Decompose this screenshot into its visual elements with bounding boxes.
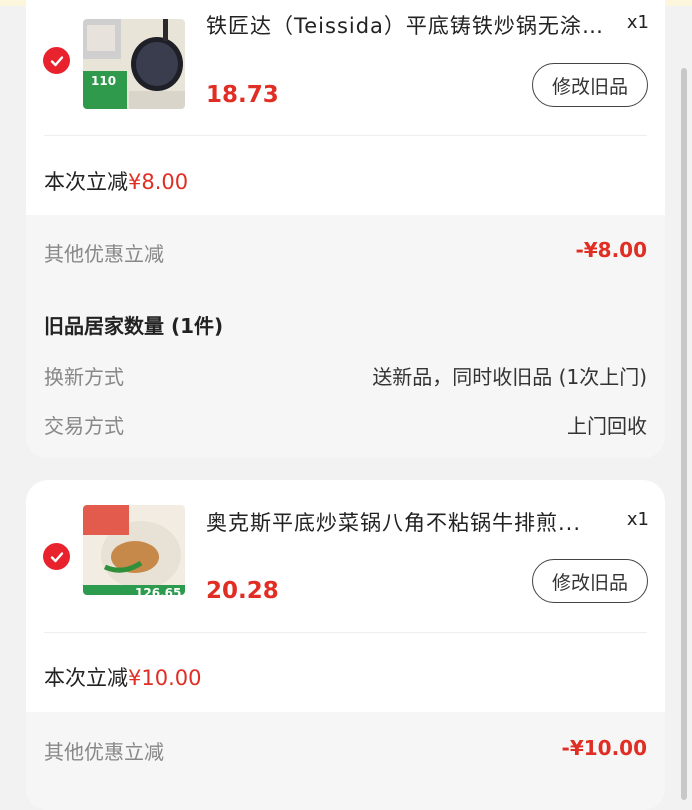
divider [44, 632, 647, 633]
old-items-title: 旧品居家数量 (1件) [44, 314, 224, 338]
discount-label-2: 本次立减 [44, 666, 128, 690]
other-discount-amount-1: -¥8.00 [575, 238, 647, 262]
discount-row-1: 本次立减¥8.00 [44, 166, 188, 196]
product-price-1: 18.73 [206, 82, 279, 108]
checkmark-icon [50, 551, 63, 562]
product-price-2: 20.28 [206, 578, 279, 604]
other-discount-label-1: 其他优惠立减 [44, 242, 164, 266]
scrollbar[interactable] [681, 68, 687, 800]
modify-old-item-button-2[interactable]: 修改旧品 [532, 559, 648, 603]
trade-method-label: 交易方式 [44, 414, 124, 438]
trade-method-row: 交易方式 上门回收 [44, 410, 647, 439]
details-section: 其他优惠立减 -¥10.00 [26, 712, 665, 810]
other-discount-label-2: 其他优惠立减 [44, 740, 164, 764]
discount-amount-1: ¥8.00 [128, 170, 189, 194]
checkmark-icon [50, 55, 63, 66]
quantity-1: x1 [626, 12, 649, 33]
other-discount-row-1: 其他优惠立减 -¥8.00 [44, 238, 647, 267]
exchange-method-row: 换新方式 送新品，同时收旧品 (1次上门) [44, 361, 647, 390]
order-card-2: 126.65 奥克斯平底炒菜锅八角不粘锅牛排煎... x1 20.28 修改旧品… [26, 480, 665, 810]
exchange-method-value: 送新品，同时收旧品 (1次上门) [372, 365, 647, 389]
order-card-1: 110 铁匠达（Teissida）平底铸铁炒锅无涂层... x1 18.73 修… [26, 0, 665, 458]
thumbnail-badge-1: 110 [91, 74, 117, 88]
modify-old-item-button-1[interactable]: 修改旧品 [532, 63, 648, 107]
discount-label-1: 本次立减 [44, 170, 128, 194]
product-thumbnail-2[interactable]: 126.65 [83, 505, 185, 595]
other-discount-amount-2: -¥10.00 [561, 736, 647, 760]
quantity-2: x1 [626, 509, 649, 530]
select-checkbox-1[interactable] [43, 47, 70, 74]
exchange-method-label: 换新方式 [44, 365, 124, 389]
select-checkbox-2[interactable] [43, 543, 70, 570]
trade-method-value: 上门回收 [567, 414, 647, 438]
discount-row-2: 本次立减¥10.00 [44, 662, 201, 692]
discount-amount-2: ¥10.00 [128, 666, 202, 690]
thumbnail-badge-2: 126.65 [135, 586, 182, 595]
product-title-1[interactable]: 铁匠达（Teissida）平底铸铁炒锅无涂层... [206, 10, 616, 40]
product-thumbnail-1[interactable]: 110 [83, 19, 185, 109]
details-section: 其他优惠立减 -¥8.00 旧品居家数量 (1件) 换新方式 送新品，同时收旧品… [26, 215, 665, 458]
other-discount-row-2: 其他优惠立减 -¥10.00 [44, 736, 647, 765]
product-title-2[interactable]: 奥克斯平底炒菜锅八角不粘锅牛排煎... [206, 507, 616, 537]
divider [44, 135, 647, 136]
